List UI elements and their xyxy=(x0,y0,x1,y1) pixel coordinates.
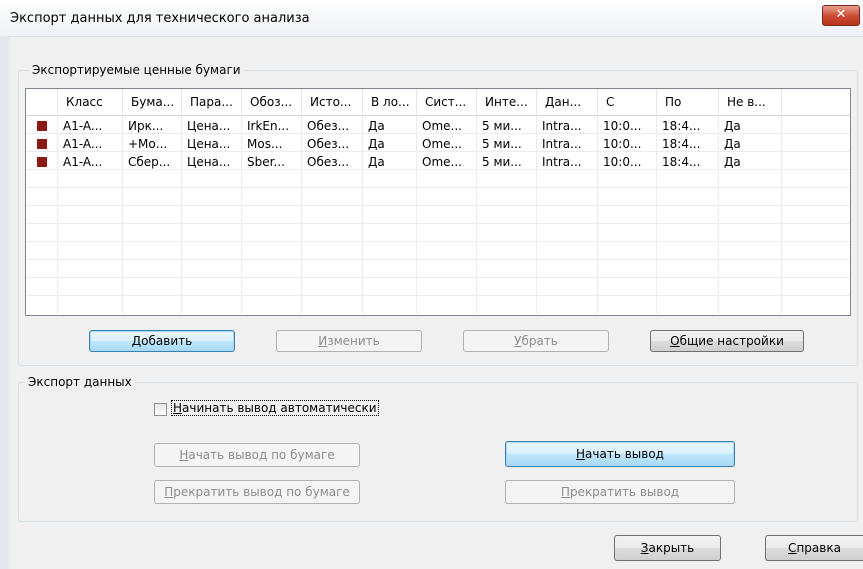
grid-line xyxy=(26,277,850,278)
column-header[interactable]: Не в... xyxy=(719,89,782,115)
table-cell: Ome... xyxy=(422,119,462,133)
column-header[interactable]: В ло... xyxy=(363,89,417,115)
close-icon: ✕ xyxy=(835,7,847,22)
column-header[interactable]: Обоз... xyxy=(242,89,302,115)
table-cell: 5 ми... xyxy=(482,119,522,133)
grid-line xyxy=(26,295,850,296)
grid-line xyxy=(26,223,850,224)
table-cell: Intra... xyxy=(542,155,582,169)
table-cell: Цена... xyxy=(187,155,231,169)
table-cell: A1-A... xyxy=(63,155,103,169)
table-cell: 18:4... xyxy=(662,119,701,133)
table-cell: Да xyxy=(368,137,385,151)
column-header[interactable]: Пара... xyxy=(182,89,242,115)
column-header[interactable]: С xyxy=(598,89,657,115)
table-cell: Да xyxy=(368,155,385,169)
table-cell: +Мо... xyxy=(128,137,168,151)
stop-output-button[interactable]: Прекратить вывод xyxy=(505,480,735,504)
table-cell: 18:4... xyxy=(662,155,701,169)
title-bar: Экспорт данных для технического анализа … xyxy=(0,0,863,37)
column-header[interactable]: Сист... xyxy=(417,89,477,115)
table-cell: 5 ми... xyxy=(482,155,522,169)
table-cell: A1-A... xyxy=(63,119,103,133)
table-cell: 18:4... xyxy=(662,137,701,151)
table-cell: Да xyxy=(368,119,385,133)
column-header[interactable]: По xyxy=(657,89,719,115)
table-cell: 5 ми... xyxy=(482,137,522,151)
table-cell: Да xyxy=(724,119,741,133)
column-header[interactable]: Дан... xyxy=(537,89,598,115)
grid-line xyxy=(26,187,850,188)
auto-start-checkbox[interactable] xyxy=(154,403,167,416)
row-color-swatch xyxy=(37,139,47,149)
table-cell: Цена... xyxy=(187,137,231,151)
table-cell: Обез... xyxy=(307,119,350,133)
column-header[interactable]: Исто... xyxy=(302,89,363,115)
table-cell: Intra... xyxy=(542,119,582,133)
table-cell: Обез... xyxy=(307,137,350,151)
securities-group-legend: Экспортируемые ценные бумаги xyxy=(29,63,244,77)
column-header[interactable]: Инте... xyxy=(477,89,537,115)
list-header: Класс Бума... Пара... Обоз... Исто... В ло...… xyxy=(26,89,850,116)
grid-line xyxy=(26,241,850,242)
securities-list[interactable]: Класс Бума... Пара... Обоз... Исто... В ло...… xyxy=(25,88,851,316)
grid-line xyxy=(26,205,850,206)
start-by-security-button[interactable]: Начать вывод по бумаге xyxy=(154,443,360,467)
table-cell: Обез... xyxy=(307,155,350,169)
table-cell: Цена... xyxy=(187,119,231,133)
table-row[interactable]: A1-A... +Мо... Цена... Mos... Обез... Да Ome..… xyxy=(26,135,850,153)
close-window-button[interactable]: ✕ xyxy=(822,5,860,26)
table-row[interactable]: A1-A... Ирк... Цена... IrkEn... Обез... Да Ome… xyxy=(26,117,850,135)
table-cell: Intra... xyxy=(542,137,582,151)
table-cell: Сбер... xyxy=(128,155,171,169)
close-button[interactable]: Закрыть xyxy=(614,535,721,561)
table-cell: 10:0... xyxy=(603,119,642,133)
table-cell: IrkEn... xyxy=(247,119,290,133)
table-cell: 10:0... xyxy=(603,137,642,151)
row-color-swatch xyxy=(37,157,47,167)
add-button[interactable]: Добавить xyxy=(89,330,235,352)
table-cell: Ирк... xyxy=(128,119,164,133)
remove-button[interactable]: Убрать xyxy=(463,330,609,352)
table-row[interactable]: A1-A... Сбер... Цена... Sber... Обез... Да Ome… xyxy=(26,153,850,171)
table-cell: Да xyxy=(724,137,741,151)
grid-line xyxy=(26,259,850,260)
table-cell: Ome... xyxy=(422,155,462,169)
table-cell: Mos... xyxy=(247,137,283,151)
table-cell: Да xyxy=(724,155,741,169)
edit-button[interactable]: Изменить xyxy=(276,330,422,352)
table-cell: A1-A... xyxy=(63,137,103,151)
start-output-button[interactable]: Начать вывод xyxy=(505,441,735,467)
auto-start-label[interactable]: Начинать вывод автоматически xyxy=(171,400,379,416)
row-color-swatch xyxy=(37,121,47,131)
help-button[interactable]: Справка xyxy=(765,535,863,561)
window-title: Экспорт данных для технического анализа xyxy=(10,11,310,26)
column-header[interactable]: Класс xyxy=(58,89,123,115)
table-cell: Sber... xyxy=(247,155,285,169)
general-settings-button[interactable]: Общие настройки xyxy=(650,330,804,352)
export-group-legend: Экспорт данных xyxy=(25,375,135,389)
stop-by-security-button[interactable]: Прекратить вывод по бумаге xyxy=(154,480,360,504)
column-header[interactable]: Бума... xyxy=(123,89,182,115)
table-cell: Ome... xyxy=(422,137,462,151)
table-cell: 10:0... xyxy=(603,155,642,169)
column-header[interactable] xyxy=(26,89,58,115)
